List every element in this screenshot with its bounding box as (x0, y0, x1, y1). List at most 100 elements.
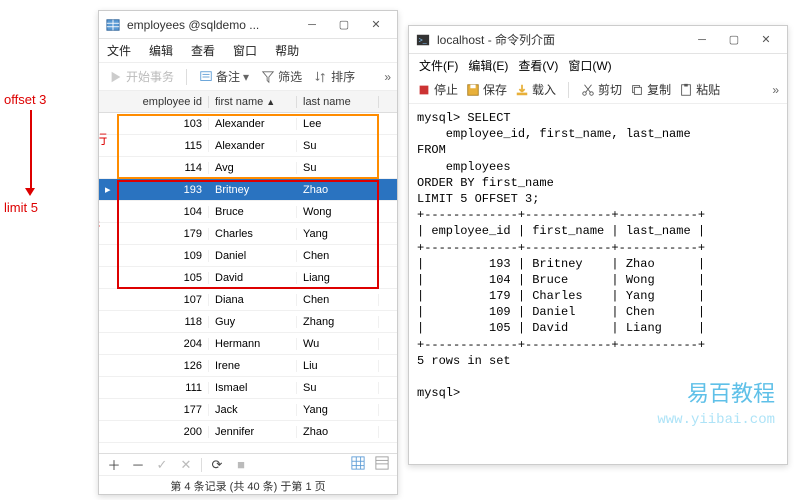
terminal-icon: >_ (415, 32, 431, 48)
cell-first-name: Daniel (209, 250, 297, 262)
begin-transaction-button[interactable]: 开始事务 (105, 66, 178, 87)
cell-last-name: Yang (297, 228, 379, 240)
cell-first-name: Alexander (209, 140, 297, 152)
terminal-toolbar: 停止 保存 载入 剪切 复制 粘贴 » (409, 76, 787, 104)
cell-first-name: Alexander (209, 118, 297, 130)
maximize-button[interactable]: ▢ (719, 30, 749, 50)
cell-employee-id: 103 (117, 118, 209, 130)
add-row-button[interactable]: ＋ (105, 455, 123, 474)
menu-edit[interactable]: 编辑 (149, 42, 173, 59)
grid-view-icon[interactable] (349, 456, 367, 473)
close-button[interactable]: ✕ (751, 30, 781, 50)
cell-last-name: Chen (297, 294, 379, 306)
sort-button[interactable]: 排序 (310, 66, 359, 87)
table-row[interactable]: 103AlexanderLee (99, 113, 397, 135)
grid-footer-toolbar: ＋ － ✓ ✕ ⟳ ■ (99, 453, 397, 475)
table-row[interactable]: 104BruceWong (99, 201, 397, 223)
toolbar-overflow-icon[interactable]: » (384, 70, 391, 84)
remark-button[interactable]: 备注▾ (195, 66, 253, 87)
cell-first-name: Jennifer (209, 426, 297, 438)
cell-first-name: Britney (209, 184, 297, 196)
cell-last-name: Zhao (297, 426, 379, 438)
menu-edit[interactable]: 编辑(E) (468, 57, 508, 74)
cell-first-name: Jack (209, 404, 297, 416)
table-row[interactable]: 114AvgSu (99, 157, 397, 179)
form-view-icon[interactable] (373, 456, 391, 473)
stop-button[interactable]: 停止 (417, 81, 458, 98)
cell-last-name: Wong (297, 206, 379, 218)
console-output[interactable]: mysql> SELECT employee_id, first_name, l… (409, 104, 787, 460)
table-icon (105, 17, 121, 33)
cell-employee-id: 107 (117, 294, 209, 306)
cell-first-name: David (209, 272, 297, 284)
annotation-offset: offset 3 (4, 92, 46, 107)
table-row[interactable]: 111IsmaelSu (99, 377, 397, 399)
menu-window[interactable]: 窗口(W) (568, 57, 611, 74)
toolbar-overflow-icon[interactable]: » (772, 83, 779, 97)
cell-last-name: Liang (297, 272, 379, 284)
cell-employee-id: 200 (117, 426, 209, 438)
table-row[interactable]: 179CharlesYang (99, 223, 397, 245)
table-row[interactable]: 204HermannWu (99, 333, 397, 355)
status-bar: 第 4 条记录 (共 40 条) 于第 1 页 (99, 475, 397, 495)
delete-row-button[interactable]: － (129, 455, 147, 474)
cell-first-name: Ismael (209, 382, 297, 394)
menu-view[interactable]: 查看(V) (518, 57, 558, 74)
titlebar-left[interactable]: employees @sqldemo ... ─ ▢ ✕ (99, 11, 397, 39)
menu-file[interactable]: 文件(F) (419, 57, 458, 74)
table-row[interactable]: 107DianaChen (99, 289, 397, 311)
grid-header: employee id first name▲ last name (99, 91, 397, 113)
col-first-name[interactable]: first name▲ (209, 96, 297, 108)
load-button[interactable]: 载入 (515, 81, 556, 98)
cell-last-name: Zhang (297, 316, 379, 328)
cell-employee-id: 104 (117, 206, 209, 218)
filter-button[interactable]: 筛选 (257, 66, 306, 87)
close-button[interactable]: ✕ (361, 15, 391, 35)
cell-last-name: Lee (297, 118, 379, 130)
commit-button[interactable]: ✓ (153, 457, 171, 473)
cell-last-name: Zhao (297, 184, 379, 196)
cut-button[interactable]: 剪切 (581, 81, 622, 98)
menu-window[interactable]: 窗口 (233, 42, 257, 59)
menu-file[interactable]: 文件 (107, 42, 131, 59)
cell-employee-id: 179 (117, 228, 209, 240)
table-row[interactable]: 115AlexanderSu (99, 135, 397, 157)
maximize-button[interactable]: ▢ (329, 15, 359, 35)
table-row[interactable]: 109DanielChen (99, 245, 397, 267)
minimize-button[interactable]: ─ (297, 15, 327, 35)
col-employee-id[interactable]: employee id (117, 96, 209, 108)
cell-employee-id: 126 (117, 360, 209, 372)
cell-last-name: Chen (297, 250, 379, 262)
cell-employee-id: 177 (117, 404, 209, 416)
table-row[interactable]: ▸193BritneyZhao (99, 179, 397, 201)
save-button[interactable]: 保存 (466, 81, 507, 98)
minimize-button[interactable]: ─ (687, 30, 717, 50)
table-row[interactable]: 126IreneLiu (99, 355, 397, 377)
table-row[interactable]: 118GuyZhang (99, 311, 397, 333)
cell-employee-id: 114 (117, 162, 209, 174)
menu-help[interactable]: 帮助 (275, 42, 299, 59)
annotation-limit-note: 取5行 (99, 217, 100, 236)
svg-text:>_: >_ (419, 37, 427, 44)
table-row[interactable]: 105DavidLiang (99, 267, 397, 289)
copy-button[interactable]: 复制 (630, 81, 671, 98)
menubar: 文件(F) 编辑(E) 查看(V) 窗口(W) (409, 54, 787, 76)
cancel-edit-button[interactable]: ✕ (177, 457, 195, 473)
cell-last-name: Su (297, 162, 379, 174)
window-title: employees @sqldemo ... (127, 18, 297, 32)
paste-button[interactable]: 粘贴 (679, 81, 720, 98)
refresh-button[interactable]: ⟳ (208, 457, 226, 473)
cell-first-name: Avg (209, 162, 297, 174)
annotation-arrow-line (30, 110, 32, 188)
cell-employee-id: 118 (117, 316, 209, 328)
sort-asc-icon: ▲ (266, 97, 275, 107)
titlebar-right[interactable]: >_ localhost - 命令列介面 ─ ▢ ✕ (409, 26, 787, 54)
stop-button[interactable]: ■ (232, 457, 250, 472)
cell-last-name: Yang (297, 404, 379, 416)
db-result-window: employees @sqldemo ... ─ ▢ ✕ 文件 编辑 查看 窗口… (98, 10, 398, 495)
col-last-name[interactable]: last name (297, 96, 379, 108)
table-row[interactable]: 200JenniferZhao (99, 421, 397, 443)
table-row[interactable]: 177JackYang (99, 399, 397, 421)
menu-view[interactable]: 查看 (191, 42, 215, 59)
terminal-window: >_ localhost - 命令列介面 ─ ▢ ✕ 文件(F) 编辑(E) 查… (408, 25, 788, 465)
